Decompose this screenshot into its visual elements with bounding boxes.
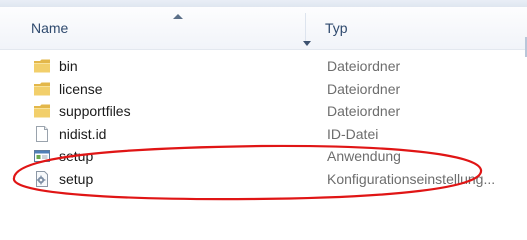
file-name: supportfiles — [59, 103, 131, 120]
file-explorer: Name Typ bin Dateiordner license Dateior… — [0, 0, 527, 240]
file-row-bin[interactable]: bin Dateiordner — [0, 55, 527, 78]
file-type: Dateiordner — [327, 103, 401, 120]
file-name: bin — [59, 58, 78, 74]
folder-icon — [34, 82, 50, 96]
file-row-nidist-id[interactable]: nidist.id ID-Datei — [0, 123, 527, 146]
folder-icon — [34, 59, 50, 73]
file-type: Dateiordner — [327, 58, 401, 74]
file-row-supportfiles[interactable]: supportfiles Dateiordner — [0, 100, 527, 123]
file-row-setup-application[interactable]: setup Anwendung — [0, 145, 527, 168]
name-column-header[interactable]: Name — [0, 7, 305, 49]
type-column-header[interactable]: Typ — [305, 7, 527, 49]
application-icon — [34, 150, 50, 163]
file-name: license — [59, 80, 103, 97]
sort-ascending-icon — [173, 14, 183, 19]
file-name: setup — [59, 148, 94, 165]
name-column-label: Name — [31, 20, 69, 36]
file-list: bin Dateiordner license Dateiordner supp… — [0, 55, 527, 191]
generic-file-icon — [36, 125, 48, 142]
file-type: Dateiordner — [327, 80, 401, 97]
file-type: ID-Datei — [327, 125, 379, 142]
settings-file-icon — [36, 170, 48, 187]
file-name: setup — [59, 170, 94, 187]
toolbar-strip — [0, 0, 527, 7]
type-column-label: Typ — [325, 20, 348, 36]
file-row-setup-config[interactable]: setup Konfigurationseinstellung... — [0, 168, 527, 191]
column-header-row: Name Typ — [0, 7, 527, 57]
file-type: Anwendung — [327, 148, 401, 165]
file-type: Konfigurationseinstellung... — [327, 170, 496, 187]
file-row-license[interactable]: license Dateiordner — [0, 78, 527, 101]
folder-icon — [34, 104, 50, 118]
file-name: nidist.id — [59, 125, 107, 142]
